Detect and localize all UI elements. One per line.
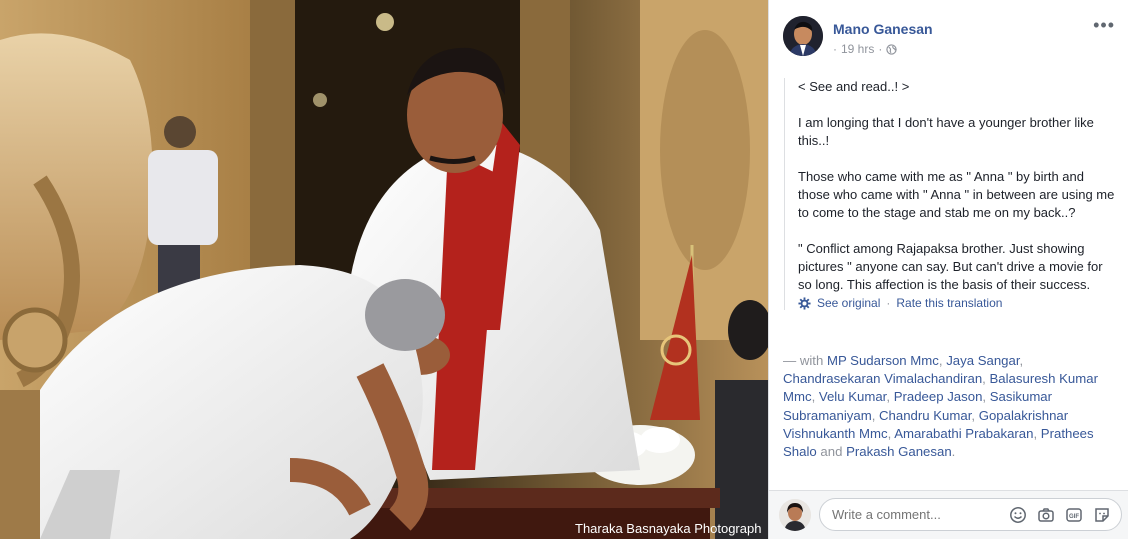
meta-separator: · [833, 42, 837, 56]
comment-composer: GIF [769, 490, 1128, 539]
gif-icon[interactable]: GIF [1065, 506, 1083, 524]
tagged-people: — with MP Sudarson Mmc, Jaya Sangar, Cha… [783, 353, 1098, 460]
tagged-person[interactable]: Pradeep Jason [894, 389, 983, 404]
translation-separator: · [886, 296, 891, 310]
post-paragraph: I am longing that I don't have a younger… [798, 115, 1094, 148]
comment-tools: GIF [1009, 506, 1111, 524]
with-prefix: — with [783, 353, 827, 368]
profile-photo [779, 499, 811, 531]
see-original-link[interactable]: See original [817, 296, 880, 310]
more-options-button[interactable]: ••• [1093, 16, 1115, 34]
tagged-person[interactable]: Prakash Ganesan [846, 444, 952, 459]
post-timestamp[interactable]: 19 hrs [841, 42, 874, 56]
post-text: < See and read..! > I am longing that I … [784, 78, 1118, 310]
rate-translation-link[interactable]: Rate this translation [896, 296, 1002, 310]
tagged-person[interactable]: Chandru Kumar [879, 408, 971, 423]
post-meta: · 19 hrs · [833, 42, 898, 56]
post-paragraph: Those who came with me as " Anna " by bi… [798, 169, 1115, 220]
emoji-icon[interactable] [1009, 506, 1027, 524]
post-header: Mano Ganesan · 19 hrs · ••• [783, 16, 1117, 62]
comment-box[interactable]: GIF [819, 498, 1122, 531]
viewer-avatar[interactable] [779, 499, 811, 531]
sticker-icon[interactable] [1093, 506, 1111, 524]
translation-bar: See original · Rate this translation [798, 296, 1118, 310]
author-avatar[interactable] [783, 16, 823, 56]
trailing-period: . [951, 444, 956, 460]
post-panel: Mano Ganesan · 19 hrs · ••• < See and re… [768, 0, 1128, 539]
photo-viewer[interactable]: Tharaka Basnayaka Photograph [0, 0, 768, 539]
meta-separator: · [878, 42, 883, 56]
tagged-person[interactable]: Chandrasekaran Vimalachandiran [783, 371, 982, 386]
gear-icon[interactable] [798, 296, 811, 310]
globe-icon [886, 43, 898, 55]
comment-input[interactable] [832, 507, 1002, 522]
post-photo: Tharaka Basnayaka Photograph [0, 0, 768, 539]
tagged-person[interactable]: Jaya Sangar [946, 353, 1019, 368]
photo-watermark: Tharaka Basnayaka Photograph [575, 521, 761, 536]
tagged-person[interactable]: Amarabathi Prabakaran [894, 426, 1033, 441]
post-paragraph: < See and read..! > [798, 79, 910, 94]
camera-icon[interactable] [1037, 506, 1055, 524]
tagged-person[interactable]: Velu Kumar [819, 389, 886, 404]
author-name[interactable]: Mano Ganesan [833, 21, 933, 37]
and-word: and [820, 444, 843, 460]
tagged-person[interactable]: MP Sudarson Mmc [827, 353, 939, 368]
svg-text:GIF: GIF [1069, 514, 1079, 520]
post-paragraph: " Conflict among Rajapaksa brother. Just… [798, 241, 1103, 292]
profile-photo [783, 16, 823, 56]
